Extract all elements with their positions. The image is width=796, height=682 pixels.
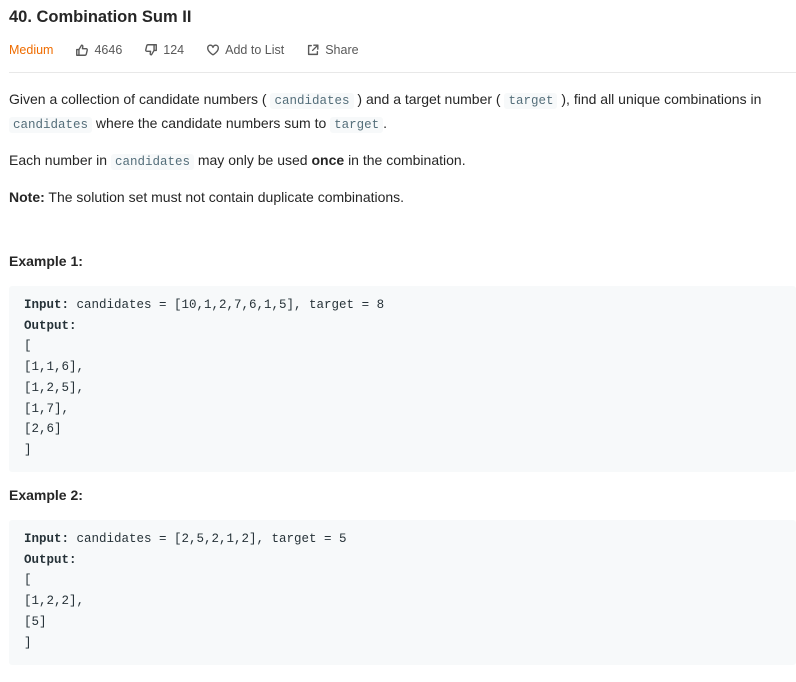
thumbs-down-icon	[145, 44, 158, 56]
text: .	[383, 115, 388, 131]
inline-code: target	[504, 93, 558, 109]
note-paragraph: Note: The solution set must not contain …	[9, 186, 789, 208]
bold-text: once	[311, 152, 345, 168]
example-2-heading: Example 2:	[9, 487, 83, 503]
output-line: ]	[24, 442, 32, 457]
share-label: Share	[325, 43, 359, 57]
text: ), find all unique combinations in	[561, 91, 762, 107]
output-line: ]	[24, 635, 32, 650]
input-value: candidates = [10,1,2,7,6,1,5], target = …	[69, 298, 385, 312]
text: Each number in	[9, 152, 108, 168]
input-label: Input:	[24, 298, 70, 312]
meta-divider	[9, 72, 796, 73]
output-line: [2,6]	[24, 422, 62, 437]
problem-meta-bar: Medium 4646 124 Add to List Share	[9, 40, 796, 60]
output-line: [	[24, 339, 32, 354]
dislike-button[interactable]: 124	[144, 43, 184, 57]
problem-description: Given a collection of candidate numbers …	[9, 88, 789, 221]
text: Given a collection of candidate numbers …	[9, 91, 267, 107]
difficulty-badge: Medium	[9, 43, 54, 57]
input-label: Input:	[24, 532, 70, 546]
output-line: [1,2,2],	[24, 594, 85, 609]
input-value: candidates = [2,5,2,1,2], target = 5	[69, 532, 347, 546]
example-2-code-block: Input: candidates = [2,5,2,1,2], target …	[9, 520, 796, 665]
description-paragraph-1: Given a collection of candidate numbers …	[9, 88, 789, 136]
output-line: [5]	[24, 614, 47, 629]
note-label: Note:	[9, 189, 45, 205]
output-line: [	[24, 573, 32, 588]
output-label: Output:	[24, 318, 77, 333]
dislike-count: 124	[163, 43, 185, 57]
example-input-line: Input: candidates = [10,1,2,7,6,1,5], ta…	[24, 295, 781, 316]
like-button[interactable]: 4646	[75, 43, 122, 57]
example-1-code-block: Input: candidates = [10,1,2,7,6,1,5], ta…	[9, 286, 796, 472]
inline-code: candidates	[270, 93, 354, 109]
example-1-heading: Example 1:	[9, 253, 83, 269]
output-line: [1,2,5],	[24, 380, 85, 395]
heart-icon	[207, 44, 220, 56]
output-label: Output:	[24, 552, 77, 567]
output-line: [1,1,6],	[24, 360, 85, 375]
description-paragraph-2: Each number in candidates may only be us…	[9, 149, 789, 173]
text: may only be used	[197, 152, 308, 168]
note-text: The solution set must not contain duplic…	[48, 189, 405, 205]
text: ) and a target number (	[357, 91, 501, 107]
inline-code: candidates	[110, 154, 194, 170]
add-to-list-button[interactable]: Add to List	[206, 43, 284, 57]
problem-title: 40. Combination Sum II	[9, 8, 192, 26]
add-to-list-label: Add to List	[225, 43, 285, 57]
output-line: [1,7],	[24, 401, 70, 416]
text: in the combination.	[348, 152, 466, 168]
like-count: 4646	[94, 43, 123, 57]
inline-code: candidates	[9, 117, 93, 133]
inline-code: target	[330, 117, 384, 133]
example-input-line: Input: candidates = [2,5,2,1,2], target …	[24, 529, 781, 550]
problem-page: 40. Combination Sum II Medium 4646 124 A…	[0, 0, 796, 682]
thumbs-up-icon	[76, 44, 89, 56]
share-icon	[308, 44, 319, 56]
text: where the candidate numbers sum to	[95, 115, 327, 131]
share-button[interactable]: Share	[306, 43, 359, 57]
